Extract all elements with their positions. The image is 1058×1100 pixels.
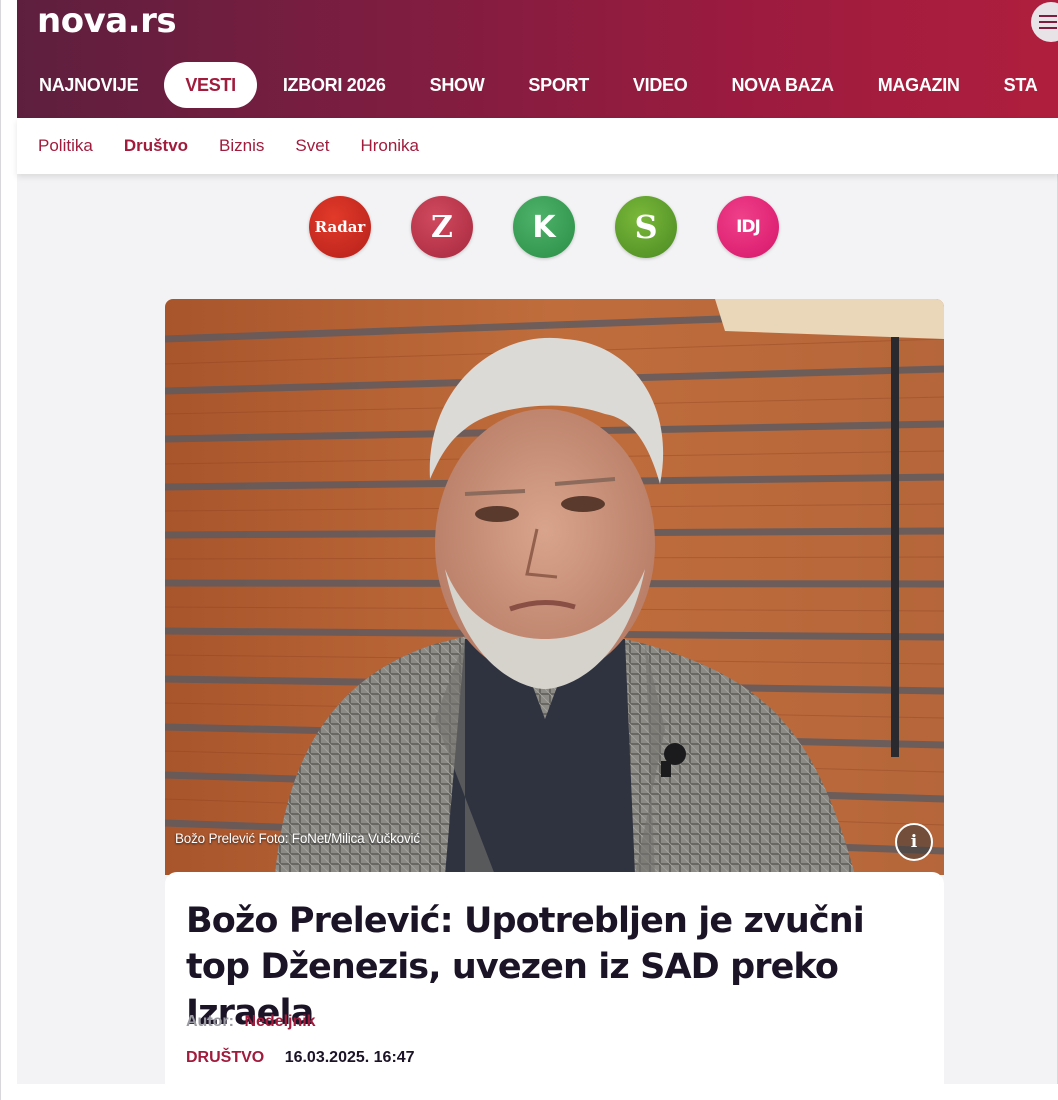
nav-item-video[interactable]: VIDEO <box>611 62 710 108</box>
author-link[interactable]: Nedeljnik <box>244 1013 315 1030</box>
article-card: Božo Prelević: Upotrebljen je zvučni top… <box>165 872 944 1084</box>
article-hero-image: Božo Prelević Foto: FoNet/Milica Vučkovi… <box>165 299 944 875</box>
subnav-item-politika[interactable]: Politika <box>38 136 93 156</box>
partner-logo-zurnal[interactable]: Z <box>411 196 473 258</box>
nav-item-nova-baza[interactable]: NOVA BAZA <box>709 62 855 108</box>
nav-item-izbori-2026[interactable]: IZBORI 2026 <box>261 62 408 108</box>
hamburger-menu-icon[interactable] <box>1031 2 1058 42</box>
nav-item-vesti[interactable]: VESTI <box>164 62 257 108</box>
sub-nav: Politika Društvo Biznis Svet Hronika <box>17 118 1058 174</box>
main-nav: NAJNOVIJE VESTI IZBORI 2026 SHOW SPORT V… <box>17 62 1058 108</box>
portrait-photo <box>165 299 944 875</box>
article-category-link[interactable]: DRUŠTVO <box>186 1049 264 1066</box>
partner-logo-radar[interactable]: Radar <box>309 196 371 258</box>
subnav-item-hronika[interactable]: Hronika <box>360 136 419 156</box>
page: nova.rs NAJNOVIJE VESTI IZBORI 2026 SHOW… <box>0 0 1058 1100</box>
image-caption: Božo Prelević Foto: FoNet/Milica Vučkovi… <box>175 831 420 846</box>
bottom-edge <box>1 1084 1058 1100</box>
article-meta: DRUŠTVO 16.03.2025. 16:47 <box>186 1049 415 1067</box>
subnav-item-biznis[interactable]: Biznis <box>219 136 264 156</box>
author-row: Autor: Nedeljnik <box>186 1013 316 1031</box>
subnav-item-drustvo[interactable]: Društvo <box>124 136 188 156</box>
partner-logo-k[interactable]: K <box>513 196 575 258</box>
site-logo[interactable]: nova.rs <box>37 0 177 42</box>
left-gutter <box>1 0 17 1100</box>
site-header: nova.rs NAJNOVIJE VESTI IZBORI 2026 SHOW… <box>17 0 1058 118</box>
partner-logos: Radar Z K S IDJ <box>1 196 1058 258</box>
partner-logo-s[interactable]: S <box>615 196 677 258</box>
subnav-item-svet[interactable]: Svet <box>295 136 329 156</box>
author-label: Autor: <box>186 1013 234 1030</box>
nav-item-magazin[interactable]: MAGAZIN <box>856 62 982 108</box>
info-icon[interactable]: i <box>895 823 933 861</box>
partner-logo-idj[interactable]: IDJ <box>717 196 779 258</box>
nav-item-show[interactable]: SHOW <box>408 62 507 108</box>
nav-item-najnovije[interactable]: NAJNOVIJE <box>17 62 160 108</box>
article-date: 16.03.2025. 16:47 <box>284 1049 415 1066</box>
nav-item-sport[interactable]: SPORT <box>506 62 611 108</box>
nav-item-sta[interactable]: STA <box>982 62 1058 108</box>
